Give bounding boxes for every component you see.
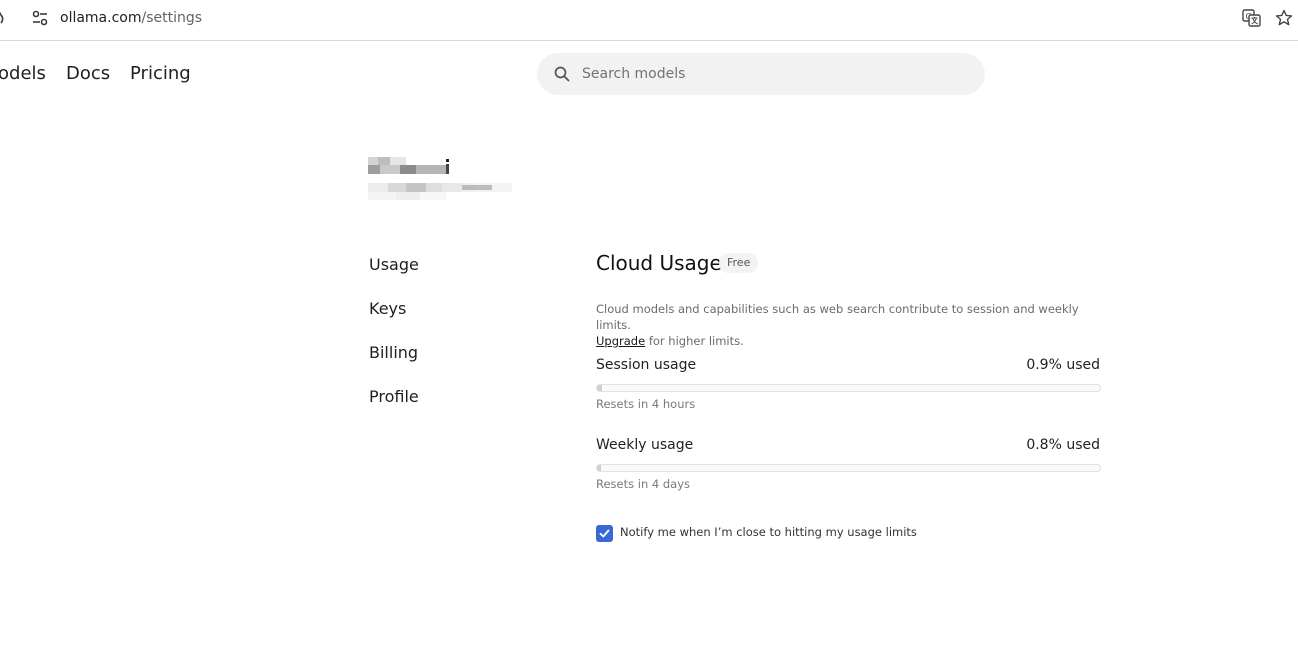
search-input[interactable] (582, 53, 972, 95)
session-usage-label: Session usage (596, 357, 697, 373)
reload-icon[interactable] (0, 10, 6, 26)
site-info-icon[interactable] (30, 9, 50, 27)
weekly-reset-text: Resets in 4 days (596, 477, 691, 491)
session-usage-value: 0.9% used (1026, 357, 1100, 373)
search-bar[interactable] (537, 53, 985, 95)
nav-docs[interactable]: Docs (66, 63, 110, 84)
description-text: Cloud models and capabilities such as we… (596, 302, 1079, 332)
nav-models[interactable]: odels (0, 63, 46, 84)
address-bar[interactable]: ollama.com/settings (60, 10, 202, 26)
usage-description: Cloud models and capabilities such as we… (596, 301, 1116, 349)
session-usage-fill (597, 385, 602, 391)
weekly-usage-value: 0.8% used (1026, 437, 1100, 453)
notify-checkbox[interactable] (596, 525, 613, 542)
sidebar-item-usage[interactable]: Usage (369, 255, 419, 274)
page-title: Cloud Usage (596, 251, 722, 275)
url-domain: ollama.com (60, 10, 142, 26)
sidebar-item-keys[interactable]: Keys (369, 299, 406, 318)
upgrade-suffix: for higher limits. (645, 334, 744, 348)
notify-label[interactable]: Notify me when I’m close to hitting my u… (620, 525, 917, 539)
blurred-user-identity (368, 157, 512, 200)
weekly-usage-label: Weekly usage (596, 437, 694, 453)
browser-url-bar: ollama.com/settings G (0, 0, 1298, 41)
sidebar-item-billing[interactable]: Billing (369, 343, 418, 362)
weekly-usage-bar (596, 464, 1101, 472)
search-icon (554, 66, 570, 82)
bookmark-star-icon[interactable] (1275, 9, 1293, 27)
translate-icon[interactable]: G (1242, 9, 1261, 27)
url-path: /settings (141, 10, 203, 26)
checkmark-icon (599, 529, 610, 538)
plan-badge: Free (719, 253, 759, 273)
nav-pricing[interactable]: Pricing (130, 63, 191, 84)
session-usage-bar (596, 384, 1101, 392)
upgrade-link[interactable]: Upgrade (596, 334, 645, 348)
weekly-usage-fill (597, 465, 602, 471)
session-reset-text: Resets in 4 hours (596, 397, 696, 411)
sidebar-item-profile[interactable]: Profile (369, 387, 419, 406)
